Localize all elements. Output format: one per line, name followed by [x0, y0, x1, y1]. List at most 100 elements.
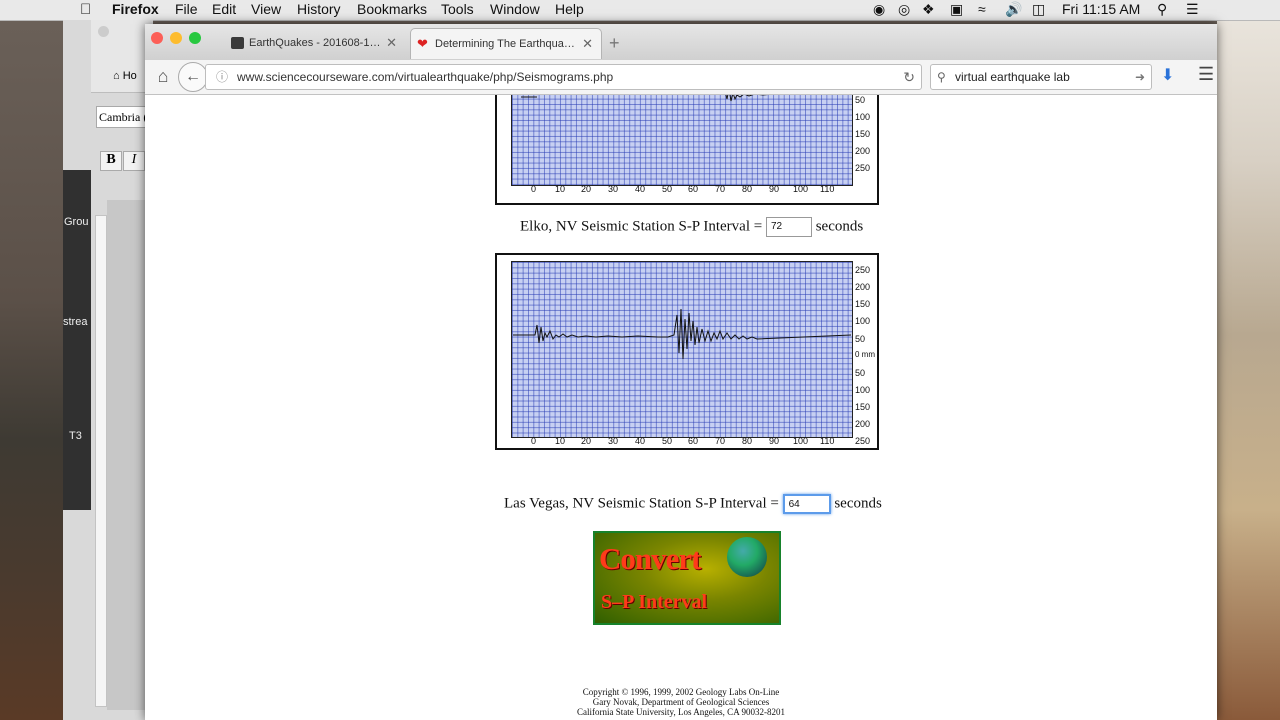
- menu-help[interactable]: Help: [555, 1, 584, 17]
- desktop-icon-label: strea: [63, 316, 88, 328]
- record-icon[interactable]: ◎: [898, 1, 910, 18]
- tab-bar: EarthQuakes - 201608-1… ✕ ❤ Determining …: [145, 24, 1217, 60]
- y-tick: 200: [855, 282, 871, 292]
- x-tick: 110: [820, 184, 835, 194]
- tab-determining-earthquake[interactable]: ❤ Determining The Earthqua… ✕: [410, 28, 602, 59]
- toolbar: ⌂ Ho: [91, 20, 153, 93]
- tab-label: Determining The Earthqua…: [435, 38, 575, 50]
- home-icon[interactable]: ⌂: [153, 66, 173, 86]
- zoom-window-button[interactable]: [189, 32, 201, 44]
- y-tick: 50: [855, 368, 866, 378]
- menu-view[interactable]: View: [251, 1, 281, 17]
- reload-icon[interactable]: ↻: [903, 65, 915, 89]
- x-tick: 40: [635, 184, 646, 194]
- menu-edit[interactable]: Edit: [212, 1, 236, 17]
- close-tab-icon[interactable]: ✕: [386, 28, 397, 58]
- bold-button[interactable]: B: [100, 151, 122, 171]
- x-tick: 90: [769, 184, 780, 194]
- back-button[interactable]: ←: [178, 62, 208, 92]
- app-menu[interactable]: Firefox: [112, 1, 159, 17]
- menu-file[interactable]: File: [175, 1, 198, 17]
- elko-interval-input[interactable]: 72: [765, 217, 812, 237]
- search-bar[interactable]: ⚲ virtual earthquake lab ➜: [930, 64, 1152, 90]
- las-vegas-interval-input[interactable]: 64: [782, 494, 831, 514]
- x-tick: 0: [531, 436, 537, 446]
- vertical-ruler: [95, 215, 107, 707]
- y-tick: 50: [855, 334, 866, 344]
- x-tick: 20: [581, 436, 592, 446]
- seismogram-trace: [513, 308, 852, 360]
- x-tick: 110: [820, 436, 835, 446]
- close-window-icon[interactable]: [98, 26, 109, 37]
- y-tick: 0 mm: [855, 350, 875, 359]
- tab-earthquakes[interactable]: EarthQuakes - 201608-1… ✕: [225, 28, 405, 58]
- wifi-icon[interactable]: ≈: [978, 1, 986, 17]
- spotlight-search-icon[interactable]: ⚲: [1157, 1, 1167, 18]
- clock[interactable]: Fri 11:15 AM: [1062, 1, 1140, 17]
- x-tick: 50: [662, 184, 673, 194]
- y-tick: 200: [855, 419, 871, 429]
- x-tick: 30: [608, 184, 619, 194]
- navigation-bar: ⌂ ← ⓘ www.sciencecourseware.com/virtuale…: [145, 60, 1217, 95]
- menu-window[interactable]: Window: [490, 1, 540, 17]
- las-vegas-unit-label: seconds: [834, 495, 882, 512]
- convert-sp-interval-button[interactable]: Convert S–P Interval: [593, 531, 781, 625]
- close-tab-icon[interactable]: ✕: [582, 29, 593, 59]
- search-go-icon[interactable]: ➜: [1135, 65, 1145, 89]
- dropbox-icon[interactable]: ❖: [922, 1, 935, 18]
- y-tick: 100: [855, 112, 871, 122]
- y-tick: 200: [855, 146, 871, 156]
- menu-bookmarks[interactable]: Bookmarks: [357, 1, 427, 17]
- y-tick: 50: [855, 95, 866, 105]
- notification-center-icon[interactable]: ☰: [1186, 1, 1199, 18]
- x-tick: 60: [688, 184, 699, 194]
- elko-unit-label: seconds: [815, 218, 864, 235]
- x-tick: 80: [742, 436, 753, 446]
- convert-button-label: Convert: [599, 541, 701, 576]
- x-tick: 30: [608, 436, 619, 446]
- background-document-window: Grou strea T3 ⌂ Ho Cambria ( B I: [63, 20, 153, 720]
- url-bar[interactable]: ⓘ www.sciencecourseware.com/virtualearth…: [205, 64, 922, 90]
- las-vegas-interval-label: Las Vegas, NV Seismic Station S-P Interv…: [504, 495, 779, 512]
- download-icon[interactable]: ⬇: [1161, 65, 1174, 85]
- desktop-icon-label: Grou: [64, 216, 89, 228]
- menu-history[interactable]: History: [297, 1, 341, 17]
- vpn-shield-icon[interactable]: ◉: [873, 1, 885, 18]
- desktop-background-right: [1217, 20, 1280, 720]
- y-tick: 250: [855, 436, 871, 446]
- y-tick: 150: [855, 402, 871, 412]
- search-text[interactable]: virtual earthquake lab: [955, 65, 1070, 89]
- x-tick: 90: [769, 436, 780, 446]
- close-window-button[interactable]: [151, 32, 163, 44]
- url-text[interactable]: www.sciencecourseware.com/virtualearthqu…: [237, 65, 613, 89]
- footer-author: Gary Novak, Department of Geological Sci…: [592, 697, 770, 707]
- x-tick: 100: [793, 436, 809, 446]
- new-tab-button[interactable]: +: [609, 28, 620, 58]
- search-icon: ⚲: [937, 70, 946, 84]
- footer-institution: California State University, Los Angeles…: [577, 707, 785, 717]
- volume-icon[interactable]: 🔊: [1005, 1, 1022, 18]
- x-tick: 40: [635, 436, 646, 446]
- menu-tools[interactable]: Tools: [441, 1, 474, 17]
- italic-button[interactable]: I: [123, 151, 145, 171]
- hamburger-menu-icon[interactable]: ☰: [1198, 64, 1214, 85]
- x-tick: 50: [662, 436, 673, 446]
- home-tab[interactable]: ⌂ Ho: [113, 70, 137, 82]
- x-tick: 70: [715, 436, 726, 446]
- x-tick: 70: [715, 184, 726, 194]
- battery-icon[interactable]: ◫: [1032, 1, 1045, 18]
- apple-icon[interactable]: : [80, 1, 91, 18]
- page-content: 50 100 150 200 250 0 10 20 30 40 50 60 7…: [145, 95, 1217, 720]
- las-vegas-interval-row: Las Vegas, NV Seismic Station S-P Interv…: [504, 494, 882, 514]
- minimize-window-button[interactable]: [170, 32, 182, 44]
- y-tick: 150: [855, 129, 871, 139]
- footer-copyright: Copyright © 1996, 1999, 2002 Geology Lab…: [582, 687, 780, 697]
- y-tick: 250: [855, 163, 871, 173]
- airplay-icon[interactable]: ▣: [950, 1, 963, 18]
- tab-label: EarthQuakes - 201608-1…: [249, 37, 381, 49]
- site-info-icon[interactable]: ⓘ: [216, 65, 228, 89]
- x-tick: 0: [531, 184, 537, 194]
- x-tick: 60: [688, 436, 699, 446]
- font-name-field[interactable]: Cambria (: [96, 106, 150, 128]
- menubar:  Firefox File Edit View History Bookmar…: [0, 0, 1280, 21]
